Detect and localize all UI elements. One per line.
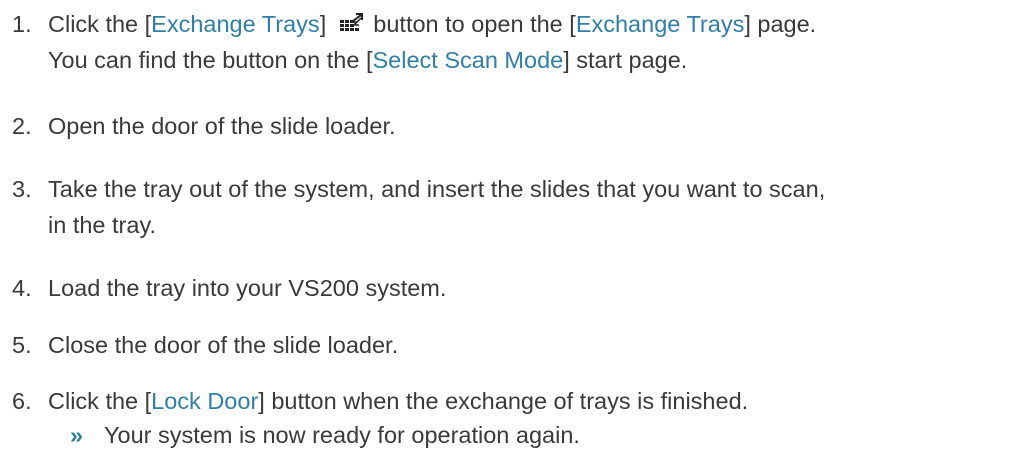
step-text: Open the door of the slide loader. [48, 113, 396, 139]
step-6: 6. Click the [Lock Door] button when the … [12, 383, 748, 419]
step-3-line-2: in the tray. [48, 212, 156, 238]
lock-door-link[interactable]: Lock Door [151, 388, 258, 414]
step-5: 5. Close the door of the slide loader. [12, 327, 398, 363]
result-line: » Your system is now ready for operation … [70, 417, 580, 453]
select-scan-mode-link[interactable]: Select Scan Mode [372, 47, 563, 73]
step-number: 4. [12, 275, 32, 301]
step-1-line-2: You can find the button on the [Select S… [48, 47, 688, 73]
step-number: 5. [12, 332, 32, 358]
step-number: 2. [12, 113, 32, 139]
step-text: Take the tray out of the system, and ins… [48, 176, 826, 202]
step-number: 6. [12, 388, 32, 414]
result-text: Your system is now ready for operation a… [104, 422, 580, 448]
step-3: 3. Take the tray out of the system, and i… [12, 171, 825, 207]
step-4: 4. Load the tray into your VS200 system. [12, 270, 446, 306]
step-number: 1. [12, 11, 32, 37]
exchange-trays-link[interactable]: Exchange Trays [151, 11, 320, 37]
result-chevron-icon: » [70, 422, 84, 448]
step-number: 3. [12, 176, 32, 202]
step-1: 1. Click the [Exchange Trays] button to o… [12, 6, 816, 42]
step-text: Click the [ [48, 11, 152, 37]
step-text: Load the tray into your VS200 system. [48, 275, 447, 301]
step-2: 2. Open the door of the slide loader. [12, 108, 396, 144]
step-text: Close the door of the slide loader. [48, 332, 399, 358]
exchange-trays-icon [339, 9, 365, 31]
instruction-document: 1. Click the [Exchange Trays] button to o… [0, 0, 1016, 453]
exchange-trays-page-link[interactable]: Exchange Trays [576, 11, 745, 37]
